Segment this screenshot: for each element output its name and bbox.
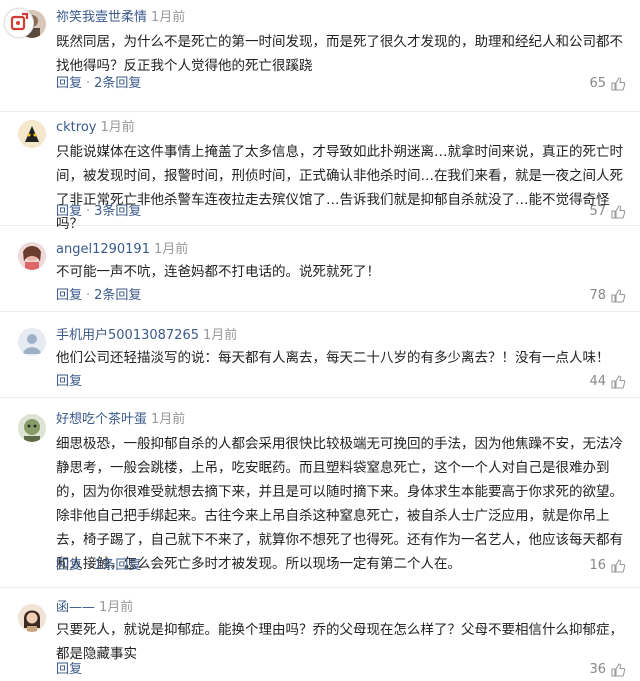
like-count: 65 [589,76,606,91]
avatar[interactable] [18,242,46,270]
comment-item: 祢笑我壹世柔情 1月前 既然同居，为什么不是死亡的第一时间发现，而是死了很久才发现… [0,0,640,112]
reply-count-link[interactable]: 3条回复 [94,204,141,219]
comment-text: 细思极恐，一般抑郁自杀的人都会采用很快比较极端无可挽回的手法，因为他焦躁不安，无… [56,436,623,572]
reply-count-link[interactable]: 2条回复 [94,288,141,303]
thumbs-up-icon[interactable] [610,288,626,304]
thumbs-up-icon[interactable] [610,558,626,574]
comment-username[interactable]: 手机用户50013087265 [56,328,199,343]
comment-time: 1月前 [151,10,186,25]
avatar[interactable] [18,604,46,632]
comment-username[interactable]: 祢笑我壹世柔情 [56,10,147,25]
reply-button[interactable]: 回复 [56,288,82,303]
comment-username[interactable]: 函—— [56,600,95,615]
separator-dot: · [86,288,91,303]
avatar[interactable] [18,120,46,148]
separator-dot: · [86,204,91,219]
reply-button[interactable]: 回复 [56,204,82,219]
comment-username[interactable]: angel1290191 [56,242,150,257]
comment-text: 既然同居，为什么不是死亡的第一时间发现，而是死了很久才发现的，助理和经纪人和公司… [56,34,623,74]
reply-button[interactable]: 回复 [56,374,82,389]
reply-count-link[interactable]: 1条回复 [94,558,141,573]
comment-list: 祢笑我壹世柔情 1月前 既然同居，为什么不是死亡的第一时间发现，而是死了很久才发现… [0,0,640,681]
reply-button[interactable]: 回复 [56,662,82,677]
comment-time: 1月前 [202,328,238,343]
comment-text: 他们公司还轻描淡写的说：每天都有人离去，每天二十八岁的有多少离去？！没有一点人味… [56,350,610,366]
comment-time: 1月前 [99,600,134,615]
comment-item: angel1290191 1月前 不可能一声不吭，连爸妈都不打电话的。说死就死了！… [0,226,640,312]
app-logo-icon [4,8,34,38]
comment-item: 手机用户50013087265 1月前 他们公司还轻描淡写的说：每天都有人离去，每… [0,312,640,398]
comment-username[interactable]: 好想吃个茶叶蛋 [56,412,147,427]
like-count: 78 [589,288,606,303]
reply-button[interactable]: 回复 [56,558,82,573]
thumbs-up-icon[interactable] [610,662,626,678]
comment-item: 函—— 1月前 只要死人，就说是抑郁症。能换个理由吗？乔的父母现在怎么样了？父母不… [0,588,640,681]
avatar[interactable] [18,328,46,356]
like-count: 57 [589,204,606,219]
like-count: 44 [589,374,606,389]
avatar[interactable] [18,414,46,442]
thumbs-up-icon[interactable] [610,204,626,220]
comment-item: 好想吃个茶叶蛋 1月前 细思极恐，一般抑郁自杀的人都会采用很快比较极端无可挽回的手… [0,398,640,588]
comment-time: 1月前 [151,412,186,427]
like-count: 16 [589,558,606,573]
separator-dot: · [86,76,91,91]
comment-text: 只要死人，就说是抑郁症。能换个理由吗？乔的父母现在怎么样了？父母不要相信什么抑郁… [56,622,623,662]
comment-time: 1月前 [100,120,135,135]
comment-username[interactable]: cktroy [56,120,96,135]
comment-text: 不可能一声不吭，连爸妈都不打电话的。说死就死了！ [56,264,380,280]
separator-dot: · [86,558,91,573]
reply-count-link[interactable]: 2条回复 [94,76,141,91]
comment-time: 1月前 [153,242,189,257]
thumbs-up-icon[interactable] [610,374,626,390]
thumbs-up-icon[interactable] [610,76,626,92]
comment-text: 只能说媒体在这件事情上掩盖了太多信息，才导致如此扑朔迷离…就拿时间来说，真正的死… [56,144,623,232]
reply-button[interactable]: 回复 [56,76,82,91]
comment-item: cktroy 1月前 只能说媒体在这件事情上掩盖了太多信息，才导致如此扑朔迷离…就… [0,112,640,232]
like-count: 36 [589,662,606,677]
